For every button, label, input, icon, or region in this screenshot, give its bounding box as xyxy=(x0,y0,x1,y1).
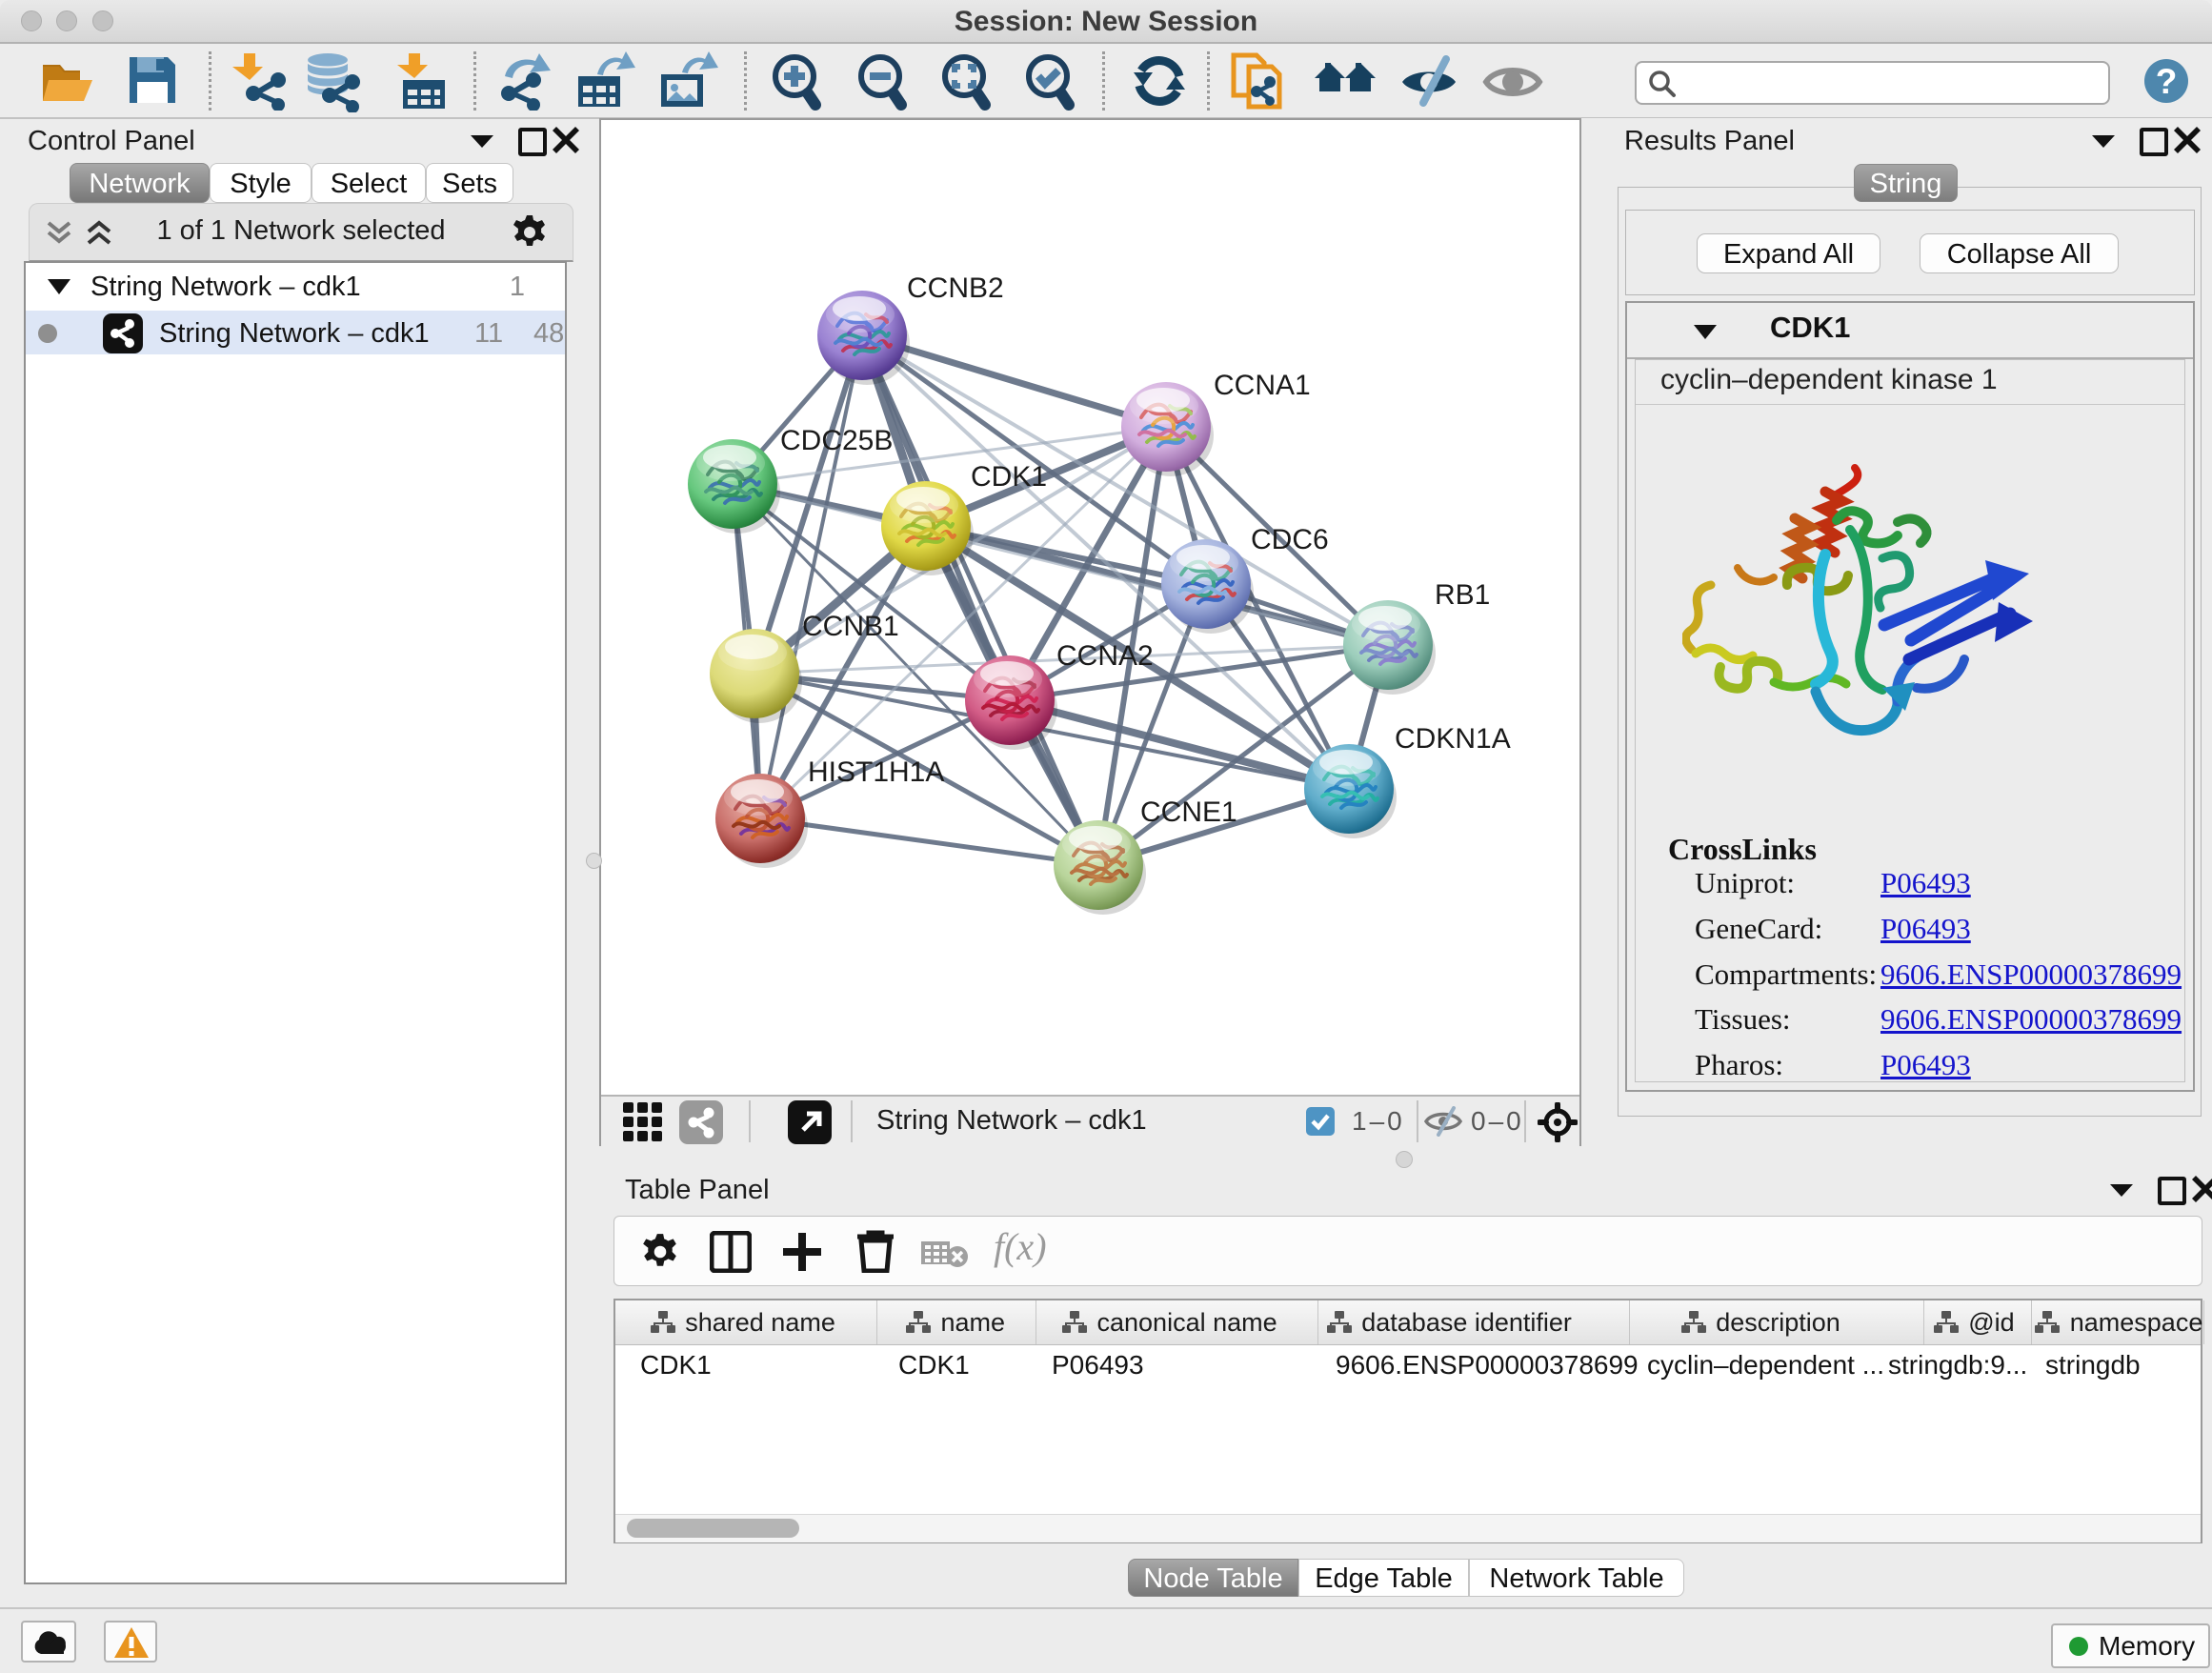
svg-text:?: ? xyxy=(2156,62,2178,101)
svg-text:HIST1H1A: HIST1H1A xyxy=(808,756,944,788)
svg-text:CDC25B: CDC25B xyxy=(780,425,893,456)
svg-text:CCNB2: CCNB2 xyxy=(907,272,1004,304)
svg-text:CDKN1A: CDKN1A xyxy=(1395,723,1511,755)
svg-text:RB1: RB1 xyxy=(1435,579,1490,611)
svg-text:CCNA1: CCNA1 xyxy=(1214,370,1311,401)
svg-text:CDK1: CDK1 xyxy=(971,461,1047,493)
svg-text:CCNA2: CCNA2 xyxy=(1056,640,1154,672)
svg-text:CCNB1: CCNB1 xyxy=(802,611,899,642)
svg-text:CDC6: CDC6 xyxy=(1251,524,1329,555)
svg-text:CCNE1: CCNE1 xyxy=(1140,796,1237,828)
